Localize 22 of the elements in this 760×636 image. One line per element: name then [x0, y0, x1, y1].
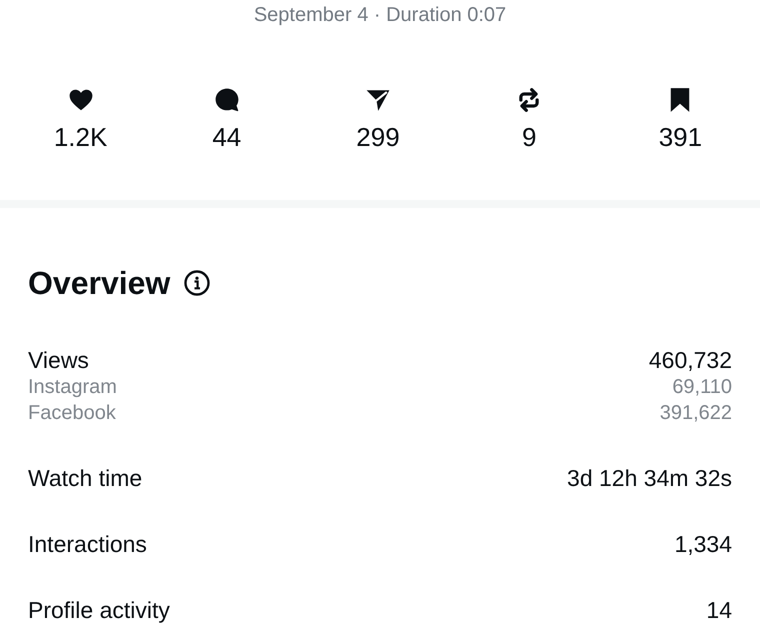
metric-label: Profile activity — [28, 596, 170, 624]
overview-heading: Overview — [28, 264, 170, 302]
breakdown-label: Facebook — [28, 401, 116, 426]
heart-icon — [68, 87, 94, 113]
metric-label: Interactions — [28, 530, 147, 558]
stat-count: 299 — [356, 122, 400, 152]
metric-value: 3d 12h 34m 32s — [567, 464, 732, 492]
stat-count: 9 — [522, 122, 536, 152]
metric-label: Views — [28, 346, 89, 374]
breakdown-value: 69,110 — [672, 375, 732, 400]
metric-value: 460,732 — [648, 346, 732, 374]
stat-count: 1.2K — [54, 122, 108, 152]
stat-count: 391 — [658, 122, 702, 152]
info-icon[interactable] — [184, 270, 210, 296]
breakdown-value: 391,622 — [660, 401, 732, 426]
metric-value: 1,334 — [674, 530, 732, 558]
comment-icon — [214, 87, 240, 113]
breakdown-label: Instagram — [28, 375, 117, 400]
metric-value: 14 — [706, 596, 732, 624]
metric-label: Watch time — [28, 464, 142, 492]
stat-count: 44 — [212, 122, 242, 152]
post-date-duration: September 4 · Duration 0:07 — [252, 3, 508, 27]
